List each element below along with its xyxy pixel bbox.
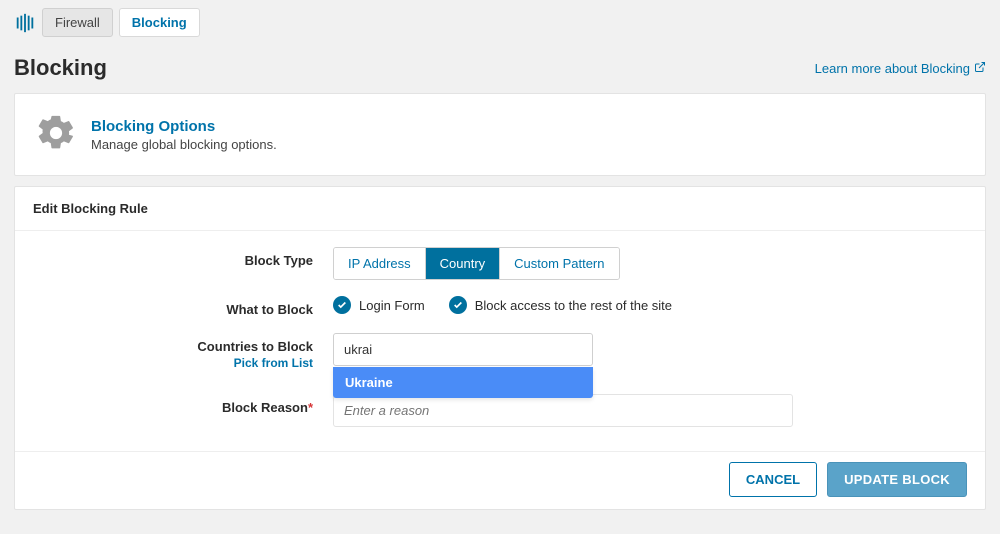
pick-from-list-link[interactable]: Pick from List (33, 356, 313, 370)
page-title: Blocking (14, 55, 107, 81)
country-suggestion-ukraine[interactable]: Ukraine (333, 367, 593, 398)
options-title[interactable]: Blocking Options (91, 118, 277, 135)
checkbox-rest-of-site-label: Block access to the rest of the site (475, 298, 672, 313)
required-asterisk: * (308, 400, 313, 415)
check-circle-icon (449, 296, 467, 314)
tab-blocking[interactable]: Blocking (119, 8, 200, 37)
learn-more-link[interactable]: Learn more about Blocking (815, 61, 986, 76)
block-type-pattern[interactable]: Custom Pattern (499, 248, 618, 279)
top-tabs: Firewall Blocking (14, 0, 986, 37)
block-type-segmented: IP Address Country Custom Pattern (333, 247, 620, 280)
block-reason-input[interactable] (333, 394, 793, 427)
label-block-type: Block Type (33, 247, 333, 268)
checkbox-login-form[interactable]: Login Form (333, 296, 425, 314)
section-title: Edit Blocking Rule (15, 187, 985, 231)
check-circle-icon (333, 296, 351, 314)
learn-more-label: Learn more about Blocking (815, 61, 970, 76)
external-link-icon (974, 61, 986, 76)
label-countries: Countries to Block (197, 339, 313, 354)
wordfence-logo-icon (14, 12, 36, 34)
countries-input[interactable] (333, 333, 593, 366)
checkbox-login-form-label: Login Form (359, 298, 425, 313)
label-block-reason: Block Reason (222, 400, 308, 415)
tab-firewall[interactable]: Firewall (42, 8, 113, 37)
update-block-button[interactable]: UPDATE BLOCK (827, 462, 967, 497)
options-subtitle: Manage global blocking options. (91, 137, 277, 152)
checkbox-rest-of-site[interactable]: Block access to the rest of the site (449, 296, 672, 314)
cancel-button[interactable]: CANCEL (729, 462, 817, 497)
gear-icon (35, 112, 77, 157)
label-what-to-block: What to Block (33, 296, 333, 317)
block-type-ip[interactable]: IP Address (334, 248, 425, 279)
edit-rule-card: Edit Blocking Rule Block Type IP Address… (14, 186, 986, 510)
blocking-options-card: Blocking Options Manage global blocking … (14, 93, 986, 176)
block-type-country[interactable]: Country (425, 248, 500, 279)
